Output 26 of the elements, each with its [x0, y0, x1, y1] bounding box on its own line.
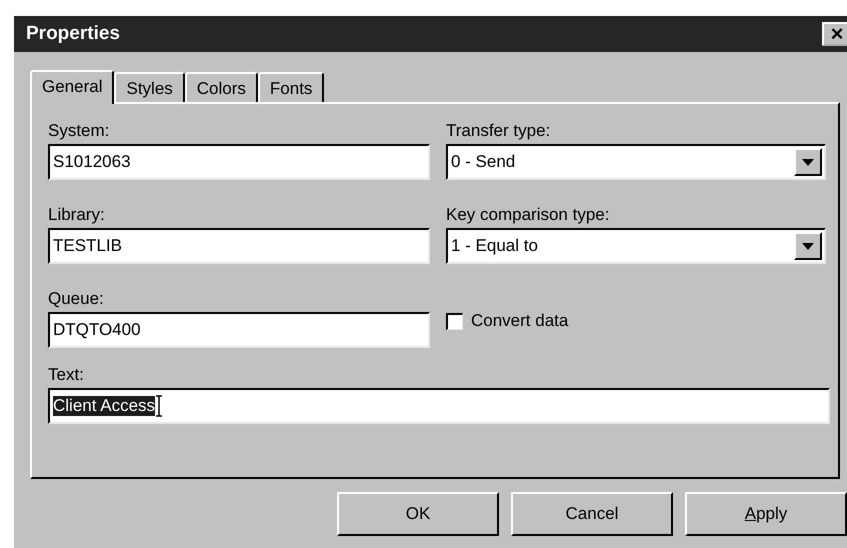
dialog-button[interactable]: Cancel — [511, 492, 673, 536]
close-button[interactable]: × — [822, 22, 847, 46]
field-label: Library: — [48, 204, 106, 226]
tab[interactable]: General — [30, 70, 114, 104]
input-field[interactable]: S1012063 — [48, 144, 430, 180]
dropdown-field[interactable]: 1 - Equal to — [446, 228, 826, 264]
field-label: Text: — [48, 364, 85, 386]
checkbox-label: Convert data — [471, 310, 568, 332]
input-field[interactable]: Client Access — [48, 388, 830, 424]
text-cursor-icon — [155, 395, 164, 417]
field-label: Transfer type: — [446, 120, 552, 142]
input-field[interactable]: TESTLIB — [48, 228, 430, 264]
field-label: Key comparison type: — [446, 204, 610, 226]
window-title: Properties — [26, 23, 120, 45]
field-label: System: — [48, 120, 110, 142]
dropdown-arrow-icon — [802, 242, 814, 250]
dropdown-field[interactable]: 0 - Send — [446, 144, 826, 180]
tab[interactable]: Fonts — [258, 72, 324, 102]
tab[interactable]: Colors — [184, 72, 258, 102]
tab[interactable]: Styles — [114, 72, 185, 102]
dialog-button[interactable]: Apply — [685, 492, 847, 536]
checkbox[interactable] — [446, 312, 463, 330]
field-label: Queue: — [48, 288, 105, 310]
input-field[interactable]: DTQTO400 — [48, 312, 430, 348]
dialog-button[interactable]: OK — [337, 492, 499, 536]
dropdown-arrow-icon — [802, 158, 814, 166]
